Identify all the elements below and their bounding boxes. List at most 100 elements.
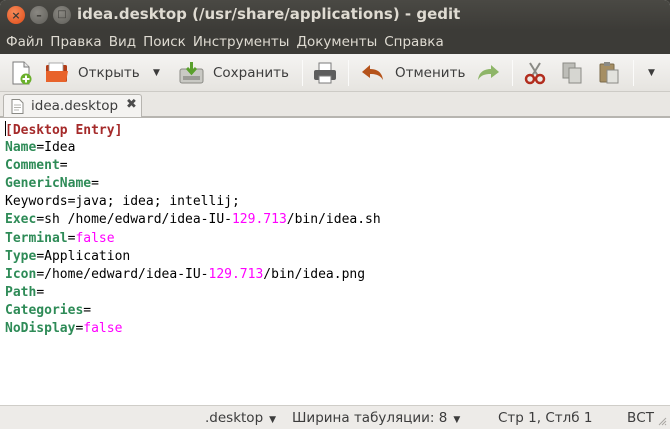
code-line: Comment= [5,157,381,175]
code-token-bool: false [75,230,115,246]
cursor-position: Стр 1, Стлб 1 [498,410,593,426]
paste-icon [599,62,619,84]
text-file-icon [11,99,24,114]
menu-documents[interactable]: Документы [296,34,377,50]
window-title: idea.desktop (/usr/share/applications) -… [77,5,461,23]
code-token-bool: false [83,321,123,337]
menu-file[interactable]: Файл [6,34,43,50]
code-token-key: NoDisplay [5,321,76,337]
open-recent-dropdown[interactable]: ▼ [153,59,160,87]
code-token-key: Name [5,140,37,156]
chevron-down-icon: ▼ [453,415,461,425]
close-icon: × [11,8,21,22]
code-line: GenericName= [5,175,381,193]
tab-width-selector[interactable]: Ширина табуляции: 8 ▼ [292,410,460,426]
code-line: Type=Application [5,248,381,266]
new-document-button[interactable] [9,59,35,87]
new-document-icon [12,61,32,85]
code-token-num: 129.713 [231,212,287,228]
toolbar-separator [512,60,513,86]
insert-mode-indicator: ВСТ [627,410,654,426]
text-editor[interactable]: [Desktop Entry] Name=Idea Comment= GenericN… [0,117,670,405]
code-line: Name=Idea [5,139,381,157]
status-bar: .desktop ▼ Ширина табуляции: 8 ▼ Стр 1, Ст… [0,405,670,429]
document-tab-strip: idea.desktop ✖ [0,92,670,118]
menu-help[interactable]: Справка [384,34,443,50]
tab-label: idea.desktop [31,98,119,114]
close-tab-icon[interactable]: ✖ [126,97,137,112]
code-token-text: =sh /home/edward/idea-IU- [36,212,232,228]
save-button[interactable]: Сохранить [179,59,289,87]
code-token-text: = [59,158,68,174]
open-folder-icon [46,62,68,82]
minimize-window-button[interactable]: – [30,6,48,24]
code-token-key: Terminal [5,230,68,246]
code-token-key: Exec [5,212,37,228]
code-token-key: Type [5,248,37,264]
code-line: Categories= [5,302,381,320]
undo-button-label: Отменить [395,65,466,81]
close-window-button[interactable]: × [7,6,25,24]
chevron-down-icon: ▼ [648,68,655,78]
code-line: Exec=sh /home/edward/idea-IU-129.713/bin… [5,211,381,229]
code-token-text: = [91,176,99,192]
code-token-key: GenericName [5,176,92,192]
code-token-text: Keywords=java; idea; intellij; [5,194,240,210]
open-button-label: Открыть [78,65,140,81]
language-label: .desktop [205,410,264,426]
open-button[interactable]: Открыть [44,59,140,87]
editor-content[interactable]: [Desktop Entry] Name=Idea Comment= GenericN… [5,121,381,338]
code-token-key: Path [5,284,37,300]
toolbar-separator [633,60,634,86]
code-token-num: 129.713 [208,266,264,282]
code-token-text: /bin/idea.sh [286,212,381,228]
redo-icon [478,65,499,80]
copy-icon [562,62,582,84]
chevron-down-icon: ▼ [153,68,160,78]
maximize-icon: □ [57,9,67,20]
menu-tools[interactable]: Инструменты [193,34,290,50]
code-token-text: =Application [36,248,131,264]
cut-button[interactable] [522,59,548,87]
code-token-text: = [83,302,92,318]
code-token-key: Comment [5,158,60,174]
paste-button[interactable] [597,59,621,87]
menu-edit[interactable]: Правка [50,34,101,50]
code-line: [Desktop Entry] [5,121,381,139]
toolbar-overflow-dropdown[interactable]: ▼ [648,59,655,87]
save-icon [179,62,204,84]
code-token-key: Icon [5,266,37,282]
save-button-label: Сохранить [213,65,289,81]
tab-idea-desktop[interactable]: idea.desktop ✖ [3,94,142,118]
tab-width-label: Ширина табуляции: [292,410,435,426]
title-bar[interactable]: × – □ idea.desktop (/usr/share/applicati… [0,0,670,30]
code-token-text: = [36,284,45,300]
toolbar: Открыть ▼ Сохранить Отменить ▼ [0,54,670,92]
menu-bar: Файл Правка Вид Поиск Инструменты Докуме… [0,30,670,54]
maximize-window-button[interactable]: □ [53,6,71,24]
redo-button[interactable] [475,59,503,87]
code-token-text: =/home/edward/idea-IU- [36,266,209,282]
code-token-key: Categories [5,302,84,318]
print-button[interactable] [312,59,338,87]
resize-grip-icon[interactable] [657,416,667,426]
language-selector[interactable]: .desktop ▼ [205,410,276,426]
code-line: Path= [5,284,381,302]
menu-search[interactable]: Поиск [143,34,186,50]
code-line: NoDisplay=false [5,320,381,338]
code-token-text: =Idea [36,140,76,156]
code-token-text: /bin/idea.png [263,266,366,282]
toolbar-separator [348,60,349,86]
code-line: Terminal=false [5,230,381,248]
undo-button[interactable]: Отменить [358,59,465,87]
toolbar-separator [302,60,303,86]
code-line: Keywords=java; idea; intellij; [5,193,381,211]
code-line: Icon=/home/edward/idea-IU-129.713/bin/id… [5,266,381,284]
copy-button[interactable] [560,59,584,87]
menu-view[interactable]: Вид [109,34,136,50]
tab-width-value: 8 [438,410,448,426]
minimize-icon: – [36,8,42,22]
printer-icon [314,62,336,84]
scissors-icon [524,62,546,85]
code-token-header: [Desktop Entry] [5,123,123,138]
